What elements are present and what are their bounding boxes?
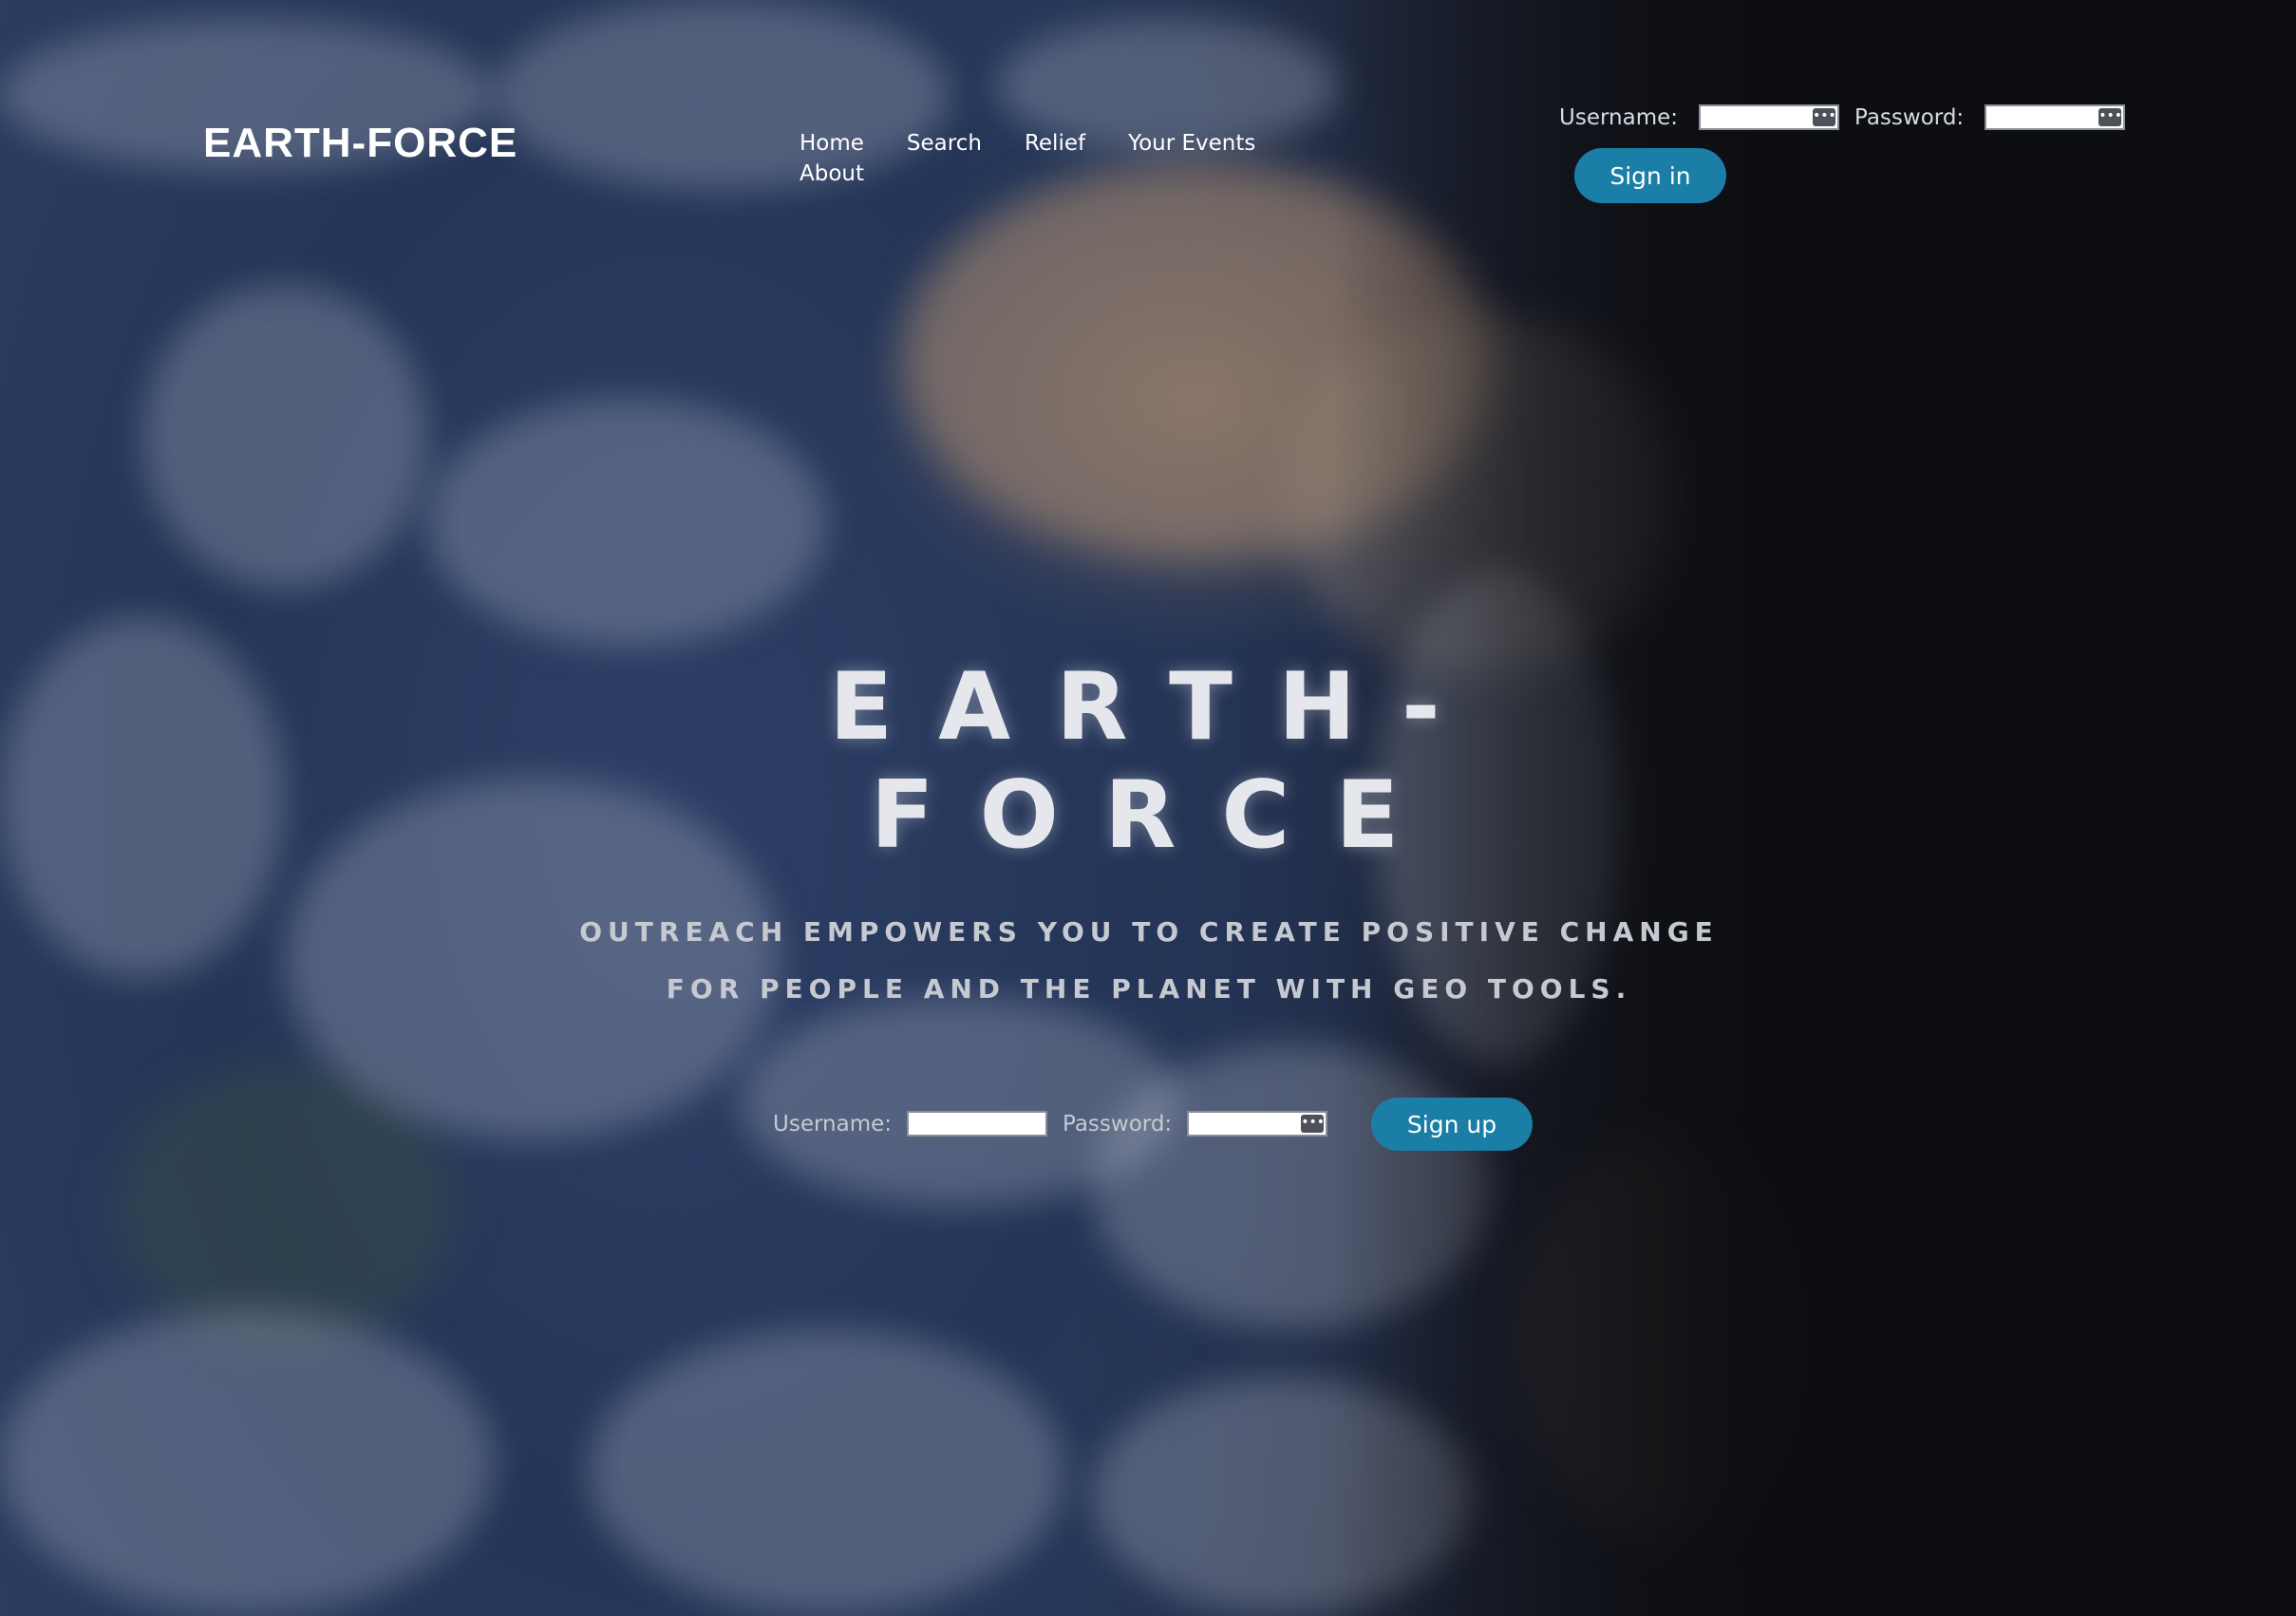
nav-home-link[interactable]: Home xyxy=(800,129,864,158)
hero-subtitle: OUTREACH EMPOWERS YOU TO CREATE POSITIVE… xyxy=(532,904,1766,1018)
signup-password-input[interactable]: ••• xyxy=(1187,1111,1328,1137)
ellipsis-key-icon[interactable]: ••• xyxy=(2098,108,2122,126)
ellipsis-key-icon[interactable]: ••• xyxy=(1301,1115,1325,1133)
password-input[interactable]: ••• xyxy=(1985,104,2126,130)
nav-about-link[interactable]: About xyxy=(800,160,864,188)
hero-title: EARTH- FORCE xyxy=(730,653,1585,870)
signup-form: Username: Password: ••• xyxy=(773,1111,1343,1137)
main-nav: Home Search Relief Your Events About xyxy=(800,129,1312,188)
nav-your-events-link[interactable]: Your Events xyxy=(1128,129,1255,158)
sign-up-button[interactable]: Sign up xyxy=(1371,1098,1533,1151)
hero-title-line1: EARTH- xyxy=(829,653,1486,761)
ellipsis-key-icon[interactable]: ••• xyxy=(1813,108,1836,126)
hero-subtitle-line1: OUTREACH EMPOWERS YOU TO CREATE POSITIVE… xyxy=(579,916,1719,948)
nav-search-link[interactable]: Search xyxy=(907,129,982,158)
password-label: Password: xyxy=(1854,104,1965,130)
username-label: Username: xyxy=(1559,104,1678,130)
signup-password-label: Password: xyxy=(1063,1111,1173,1137)
signup-username-input[interactable] xyxy=(907,1111,1047,1137)
hero-title-line2: FORCE xyxy=(870,761,1445,870)
username-input[interactable]: ••• xyxy=(1699,104,1839,130)
signup-username-label: Username: xyxy=(773,1111,892,1137)
sign-in-button[interactable]: Sign in xyxy=(1574,148,1726,203)
hero-subtitle-line2: FOR PEOPLE AND THE PLANET WITH GEO TOOLS… xyxy=(666,973,1632,1005)
nav-relief-link[interactable]: Relief xyxy=(1025,129,1085,158)
brand-logo[interactable]: EARTH-FORCE xyxy=(203,120,518,167)
header-login-form: Username: ••• Password: ••• xyxy=(1559,104,2140,130)
